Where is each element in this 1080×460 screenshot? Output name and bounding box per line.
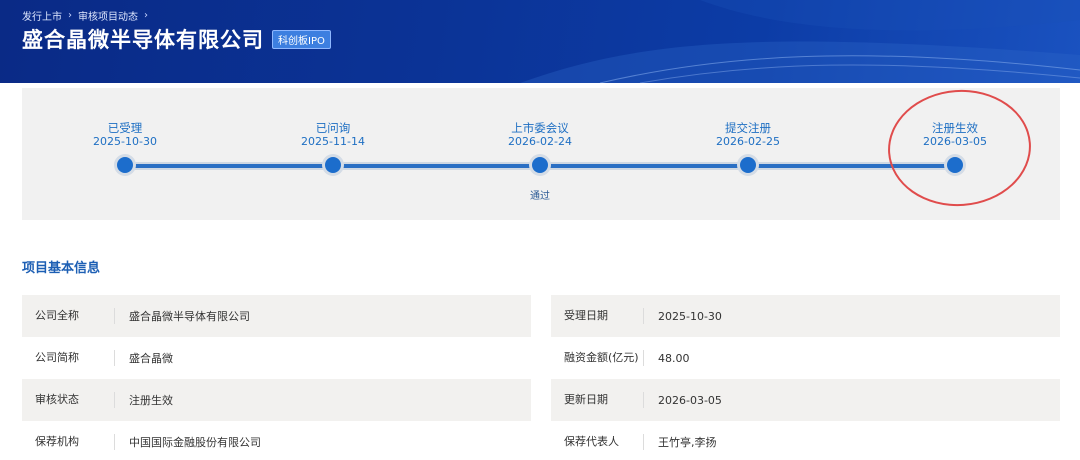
page-title: 盛合晶微半导体有限公司: [22, 28, 264, 52]
info-value: 2025-10-30: [658, 309, 722, 323]
info-value: 注册生效: [129, 394, 173, 407]
info-row-accept-date: 受理日期 2025-10-30: [551, 295, 1060, 337]
info-label: 更新日期: [551, 392, 644, 408]
info-value: 盛合晶微: [129, 352, 173, 365]
stage-date: 2025-10-30: [93, 135, 157, 148]
breadcrumb-item-review[interactable]: 审核项目动态: [78, 8, 138, 23]
stage-node-accepted: [114, 154, 136, 176]
info-label: 审核状态: [22, 392, 115, 408]
stage-date: 2026-02-24: [508, 135, 572, 148]
info-row-short-name: 公司简称 盛合晶微: [22, 337, 531, 379]
stage-name: 提交注册: [725, 121, 771, 135]
info-label: 受理日期: [551, 308, 644, 324]
info-label: 保荐机构: [22, 434, 115, 450]
info-label: 公司简称: [22, 350, 115, 366]
stage-node-inquired: [322, 154, 344, 176]
stage-name: 上市委会议: [511, 121, 569, 135]
stage-accepted: 已受理 2025-10-30: [65, 121, 185, 149]
stage-note-passed: 通过: [530, 191, 550, 202]
info-row-update-date: 更新日期 2026-03-05: [551, 379, 1060, 421]
info-row-full-name: 公司全称 盛合晶微半导体有限公司: [22, 295, 531, 337]
stage-date: 2026-02-25: [716, 135, 780, 148]
info-row-review-status: 审核状态 注册生效: [22, 379, 531, 421]
info-label: 保荐代表人: [551, 434, 644, 450]
stage-node-listing-committee: [529, 154, 551, 176]
board-badge: 科创板IPO: [272, 29, 331, 49]
stage-submitted: 提交注册 2026-02-25: [688, 121, 808, 149]
breadcrumb: 发行上市 › 审核项目动态 ›: [22, 8, 148, 23]
stage-node-submitted: [737, 154, 759, 176]
info-value: 王竹亭,李扬: [658, 436, 717, 449]
info-row-sponsor: 保荐机构 中国国际金融股份有限公司: [22, 421, 531, 460]
stage-name: 已受理: [107, 121, 143, 135]
info-value: 中国国际金融股份有限公司: [129, 436, 261, 449]
chevron-right-icon: ›: [68, 10, 72, 21]
info-value: 48.00: [658, 351, 690, 365]
stage-listing-committee: 上市委会议 2026-02-24: [480, 121, 600, 149]
stage-date: 2025-11-14: [301, 135, 365, 148]
info-value: 盛合晶微半导体有限公司: [129, 310, 250, 323]
chevron-right-icon: ›: [144, 10, 148, 21]
info-label: 公司全称: [22, 308, 115, 324]
page-header: 发行上市 › 审核项目动态 › 盛合晶微半导体有限公司 科创板IPO: [0, 0, 1080, 83]
section-title-basic-info: 项目基本信息: [22, 261, 101, 276]
breadcrumb-item-listing[interactable]: 发行上市: [22, 8, 62, 23]
stage-name: 已问询: [315, 121, 351, 135]
info-label: 融资金额(亿元): [551, 350, 644, 366]
stage-inquired: 已问询 2025-11-14: [273, 121, 393, 149]
info-row-financing-amount: 融资金额(亿元) 48.00: [551, 337, 1060, 379]
info-row-sponsor-reps: 保荐代表人 王竹亭,李扬: [551, 421, 1060, 460]
info-value: 2026-03-05: [658, 393, 722, 407]
